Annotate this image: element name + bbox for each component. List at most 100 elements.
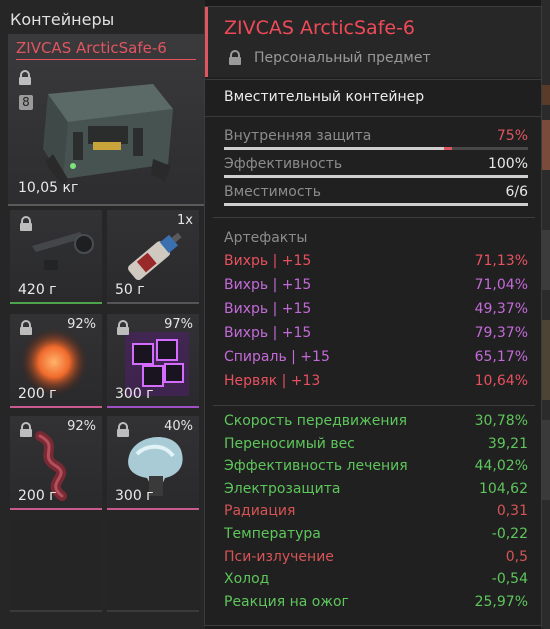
lock-icon bbox=[117, 320, 129, 335]
artifact-percent: 40% bbox=[164, 419, 193, 434]
effect-label: Эффективность лечения bbox=[224, 458, 408, 475]
effect-label: Электрозащита bbox=[224, 480, 341, 497]
stat-label: Эффективность bbox=[224, 156, 343, 172]
effect-value: 39,21 bbox=[487, 435, 528, 452]
container-name-underline bbox=[16, 59, 196, 60]
stat-label: Вместимость bbox=[224, 184, 321, 200]
effect-value: -0,54 bbox=[491, 571, 528, 588]
stat-internal-protection: Внутренняя защита 75% bbox=[224, 128, 528, 150]
lock-icon bbox=[20, 216, 32, 231]
background-item-glimpse bbox=[541, 320, 550, 400]
container-inventory-panel: Контейнеры ZIVCAS ArcticSafe-6 8 10,05 к… bbox=[0, 0, 205, 629]
inventory-slot-artifact[interactable]: 40% 300 г bbox=[107, 416, 199, 510]
effect-row: Переносимый вес 39,21 bbox=[224, 436, 528, 456]
effect-value: 0,5 bbox=[505, 548, 528, 565]
artifact-label: Нервяк | +13 bbox=[224, 373, 321, 389]
artifact-label: Спираль | +15 bbox=[224, 349, 330, 365]
artifact-row: Нервяк | +13 10,64% bbox=[224, 373, 528, 393]
lock-icon bbox=[20, 422, 32, 437]
inventory-slot-syringe[interactable]: 1x 50 г bbox=[107, 210, 199, 304]
artifacts-title: Артефакты bbox=[224, 230, 308, 246]
background-item-glimpse bbox=[541, 230, 550, 290]
artifact-row: Вихрь | +15 71,13% bbox=[224, 253, 528, 273]
artifact-value: 79,37% bbox=[474, 325, 528, 341]
inventory-slot-artifact[interactable]: 92% 200 г bbox=[10, 416, 102, 510]
container-tier-badge: 8 bbox=[19, 95, 33, 110]
effect-label: Температура bbox=[224, 526, 321, 542]
artifact-percent: 92% bbox=[67, 317, 96, 332]
container-case-icon bbox=[43, 84, 173, 186]
stat-bar bbox=[224, 175, 528, 178]
item-name: ZIVCAS ArcticSafe-6 bbox=[224, 17, 416, 39]
item-type-row: Вместительный контейнер bbox=[205, 79, 541, 117]
lock-icon bbox=[19, 70, 31, 85]
effect-row: Радиация 0,31 bbox=[224, 503, 528, 523]
item-subtitle: Персональный предмет bbox=[254, 50, 431, 66]
section-divider bbox=[213, 405, 535, 406]
item-weight: 200 г bbox=[18, 386, 57, 402]
artifact-label: Вихрь | +15 bbox=[224, 277, 312, 293]
stat-value: 6/6 bbox=[505, 184, 528, 200]
artifact-label: Вихрь | +15 bbox=[224, 301, 312, 317]
container-weight: 10,05 кг bbox=[18, 180, 79, 196]
effect-value: 25,97% bbox=[474, 593, 528, 610]
item-weight: 300 г bbox=[115, 386, 154, 402]
stat-value: 100% bbox=[487, 156, 528, 172]
section-divider bbox=[213, 217, 535, 218]
background-item-glimpse bbox=[541, 120, 550, 170]
artifact-row: Вихрь | +15 71,04% bbox=[224, 277, 528, 297]
stat-bar bbox=[224, 203, 528, 206]
effect-value: 104,62 bbox=[479, 480, 528, 497]
effect-row: Холод -0,54 bbox=[224, 571, 528, 591]
stat-capacity: Вместимость 6/6 bbox=[224, 184, 528, 206]
item-weight: 420 г bbox=[18, 282, 57, 298]
artifact-value: 10,64% bbox=[474, 373, 528, 389]
effect-row: Пси-излучение 0,5 bbox=[224, 549, 528, 569]
background-item-glimpse bbox=[541, 85, 550, 105]
effect-label: Переносимый вес bbox=[224, 435, 355, 452]
artifact-row: Вихрь | +15 49,37% bbox=[224, 301, 528, 321]
artifact-label: Вихрь | +15 bbox=[224, 325, 312, 341]
stat-value: 75% bbox=[496, 128, 528, 144]
artifact-value: 71,04% bbox=[474, 277, 528, 293]
artifact-row: Спираль | +15 65,17% bbox=[224, 349, 528, 369]
item-weight: 50 г bbox=[115, 282, 145, 298]
effect-row: Температура -0,22 bbox=[224, 526, 528, 546]
item-type: Вместительный контейнер bbox=[224, 89, 425, 105]
effect-label: Скорость передвижения bbox=[224, 413, 407, 429]
effect-label: Реакция на ожог bbox=[224, 593, 349, 610]
effect-value: 0,31 bbox=[496, 503, 528, 520]
inventory-slot-scope[interactable]: 420 г bbox=[10, 210, 102, 304]
item-tooltip: ZIVCAS ArcticSafe-6 Персональный предмет… bbox=[204, 6, 542, 626]
stat-label: Внутренняя защита bbox=[224, 128, 372, 144]
inventory-slot-artifact[interactable]: 92% 200 г bbox=[10, 314, 102, 408]
stat-bar-fill bbox=[224, 147, 452, 150]
effect-value: 44,02% bbox=[474, 458, 528, 475]
item-weight: 300 г bbox=[115, 488, 154, 504]
effect-row: Эффективность лечения 44,02% bbox=[224, 458, 528, 478]
effect-row: Электрозащита 104,62 bbox=[224, 481, 528, 501]
inventory-slot-empty[interactable] bbox=[10, 520, 102, 612]
effect-value: -0,22 bbox=[491, 526, 528, 542]
lock-icon bbox=[117, 422, 129, 437]
effect-label: Холод bbox=[224, 571, 270, 588]
inventory-slot-empty[interactable] bbox=[107, 520, 199, 612]
container-name: ZIVCAS ArcticSafe-6 bbox=[16, 39, 167, 57]
stat-bar bbox=[224, 147, 528, 150]
inventory-title: Контейнеры bbox=[10, 10, 115, 29]
effect-label: Радиация bbox=[224, 503, 296, 520]
artifact-value: 65,17% bbox=[474, 349, 528, 365]
effect-value: 30,78% bbox=[474, 413, 528, 429]
artifact-value: 71,13% bbox=[474, 253, 528, 269]
effect-label: Пси-излучение bbox=[224, 548, 334, 565]
inventory-slot-artifact[interactable]: 97% 300 г bbox=[107, 314, 199, 408]
artifact-row: Вихрь | +15 79,37% bbox=[224, 325, 528, 345]
lock-icon bbox=[229, 50, 241, 65]
item-weight: 200 г bbox=[18, 488, 57, 504]
container-slot[interactable]: ZIVCAS ArcticSafe-6 8 10,05 кг bbox=[8, 34, 204, 206]
artifact-label: Вихрь | +15 bbox=[224, 253, 312, 269]
effect-row: Скорость передвижения 30,78% bbox=[224, 413, 528, 433]
stat-efficiency: Эффективность 100% bbox=[224, 156, 528, 178]
effect-row: Реакция на ожог 25,97% bbox=[224, 594, 528, 614]
stat-bar-fill bbox=[224, 175, 528, 178]
